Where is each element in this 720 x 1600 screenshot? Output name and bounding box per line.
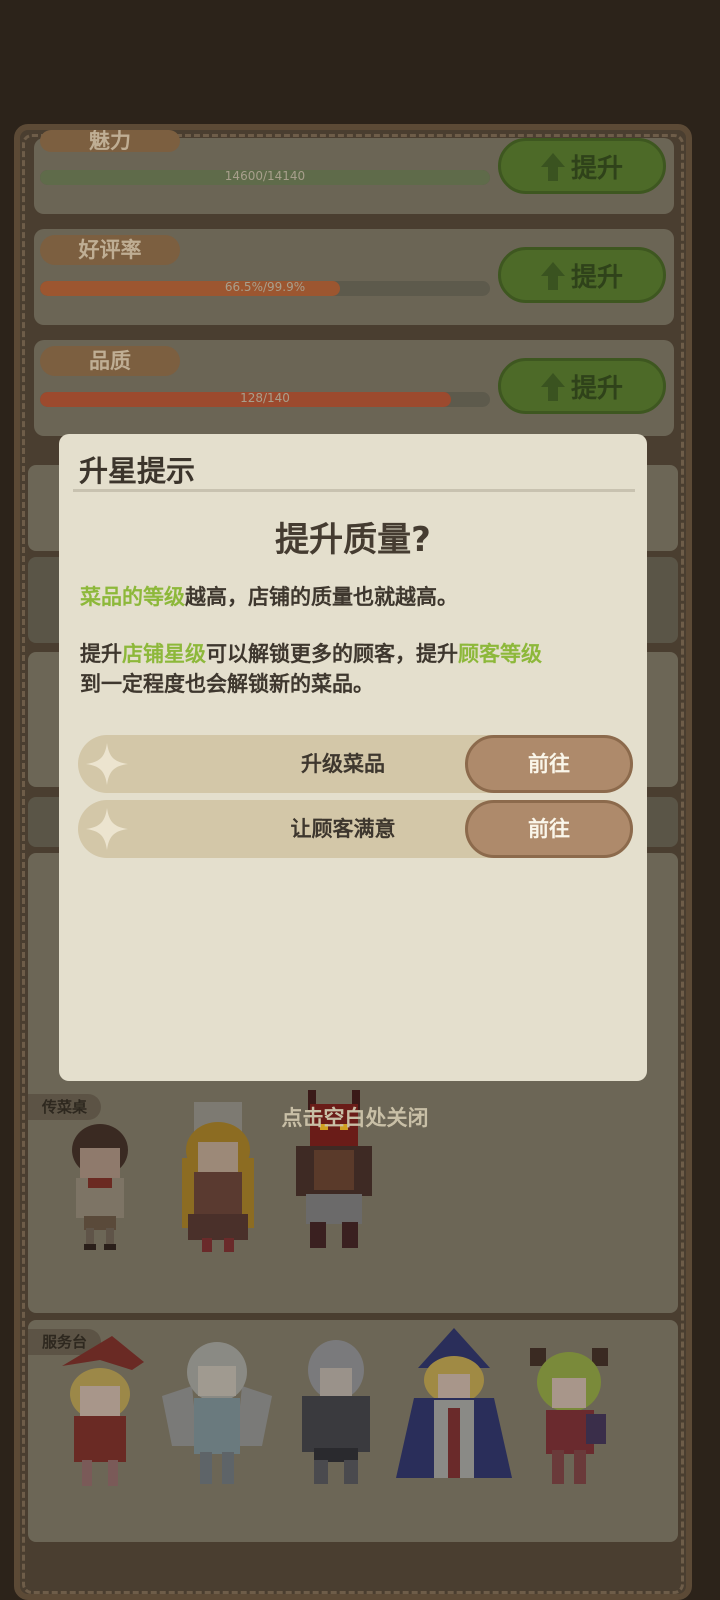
up-arrow-icon xyxy=(540,373,565,401)
staff-priestess-sprite[interactable] xyxy=(394,1328,514,1488)
stat-bar-charm: 14600/14140 xyxy=(40,170,490,185)
paragraph-text: 提升 xyxy=(80,642,122,666)
stat-bar-text-rating: 66.5%/99.9% xyxy=(224,281,306,294)
dialog-paragraph-1: 菜品的等级越高，店铺的质量也就越高。 xyxy=(80,582,630,612)
staff-boy-sprite[interactable] xyxy=(64,1112,136,1252)
go-button-upgrade-dish[interactable]: 前往 xyxy=(465,735,633,793)
sparkle-icon xyxy=(86,808,128,850)
upgrade-button-label: 提升 xyxy=(570,262,623,293)
upgrade-button-quality[interactable]: 提升 xyxy=(498,358,666,414)
up-arrow-icon xyxy=(540,262,565,290)
dialog-divider xyxy=(73,489,635,492)
stat-bar-text-charm: 14600/14140 xyxy=(224,170,306,183)
highlight-text: 顾客等级 xyxy=(458,642,542,666)
stat-label-rating: 好评率 xyxy=(40,235,180,265)
highlight-text: 店铺星级 xyxy=(122,642,206,666)
dialog-heading: 提升质量? xyxy=(275,520,431,560)
task-label: 让顾客满意 xyxy=(290,817,396,841)
up-arrow-icon xyxy=(540,153,565,181)
upgrade-button-charm[interactable]: 提升 xyxy=(498,138,666,194)
upgrade-button-label: 提升 xyxy=(570,373,623,404)
staff-angel-sprite[interactable] xyxy=(162,1336,272,1486)
stat-label-charm: 魅力 xyxy=(40,130,180,152)
staff-green-hair-girl-sprite[interactable] xyxy=(524,1344,614,1488)
go-button-satisfy-customers[interactable]: 前往 xyxy=(465,800,633,858)
game-screen[interactable]: 魅力 14600/14140 提升 好评率 66.5%/99.9% 提升 品质 … xyxy=(0,0,720,1600)
task-row-upgrade-dish: 升级菜品 前往 xyxy=(78,735,633,793)
upgrade-button-rating[interactable]: 提升 xyxy=(498,247,666,303)
stat-label-quality: 品质 xyxy=(40,346,180,376)
upgrade-button-label: 提升 xyxy=(570,153,623,184)
upgrade-hint-dialog: 升星提示 提升质量? 菜品的等级越高，店铺的质量也就越高。 提升店铺星级可以解锁… xyxy=(59,434,647,1081)
dialog-paragraph-2: 提升店铺星级可以解锁更多的顾客，提升顾客等级到一定程度也会解锁新的菜品。 xyxy=(80,639,630,699)
highlight-text: 菜品的等级 xyxy=(80,585,185,609)
dialog-title: 升星提示 xyxy=(79,454,196,488)
paragraph-text: 可以解锁更多的顾客，提升 xyxy=(206,642,458,666)
task-row-satisfy-customers: 让顾客满意 前往 xyxy=(78,800,633,858)
stat-bar-rating: 66.5%/99.9% xyxy=(40,281,490,296)
task-label: 升级菜品 xyxy=(301,752,385,776)
staff-witch-sprite[interactable] xyxy=(52,1336,148,1492)
paragraph-text: 到一定程度也会解锁新的菜品。 xyxy=(80,672,374,696)
paragraph-text: 越高，店铺的质量也就越高。 xyxy=(185,585,458,609)
close-hint-text: 点击空白处关闭 xyxy=(281,1106,429,1130)
stat-bar-text-quality: 128/140 xyxy=(240,392,290,405)
sparkle-icon xyxy=(86,743,128,785)
staff-silver-knight-sprite[interactable] xyxy=(290,1336,382,1486)
stat-bar-quality: 128/140 xyxy=(40,392,490,407)
